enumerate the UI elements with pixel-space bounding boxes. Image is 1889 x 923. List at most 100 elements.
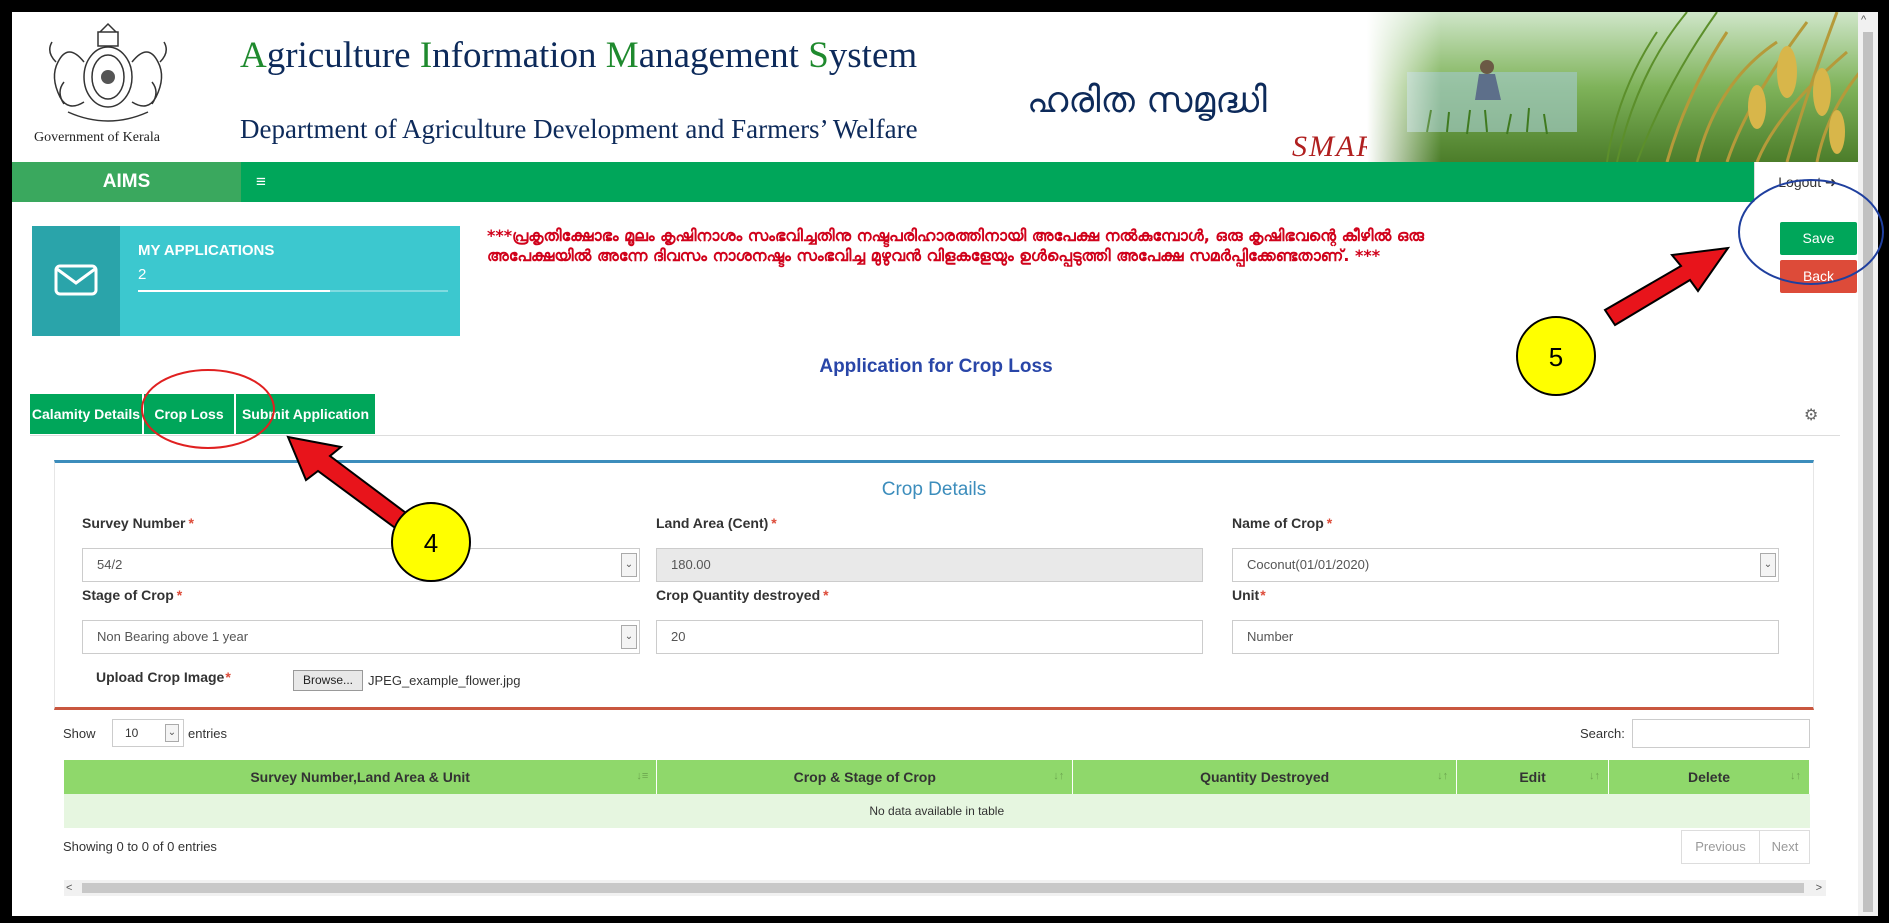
table-header-row: Survey Number,Land Area & Unit ↓≡ Crop & … xyxy=(64,760,1810,794)
column-header-crop[interactable]: Crop & Stage of Crop ↓↑ xyxy=(656,760,1074,794)
save-button[interactable]: Save xyxy=(1780,222,1857,255)
title-initial: M xyxy=(605,35,639,76)
table-info: Showing 0 to 0 of 0 entries xyxy=(63,839,217,854)
column-header-label: Edit xyxy=(1519,769,1546,785)
scroll-up-icon[interactable]: ^ xyxy=(1861,14,1866,26)
paddy-field-banner-image xyxy=(1367,12,1860,162)
title-initial: A xyxy=(240,35,267,76)
scrollbar-thumb[interactable] xyxy=(1863,32,1873,912)
tabs-divider xyxy=(30,435,1840,436)
entries-length-value: 10 xyxy=(125,726,139,740)
title-word: nformation xyxy=(432,35,606,76)
title-initial: S xyxy=(808,35,829,76)
tab-calamity-details[interactable]: Calamity Details xyxy=(30,394,144,434)
malayalam-notice: ***പ്രകൃതിക്ഷോഭം മൂലം കൃഷിനാശം സംഭവിച്ചത… xyxy=(487,226,1424,265)
empty-table-message: No data available in table xyxy=(64,794,1810,828)
required-marker: * xyxy=(225,669,231,685)
chevron-down-icon: ⌄ xyxy=(621,553,637,577)
gear-icon[interactable]: ⚙ xyxy=(1804,405,1818,425)
unit-field[interactable]: Number xyxy=(1232,620,1779,654)
app-title: Agriculture Information Management Syste… xyxy=(240,34,917,77)
required-marker: * xyxy=(1260,587,1266,603)
scroll-right-icon[interactable]: > xyxy=(1816,880,1822,896)
crop-loss-table: Survey Number,Land Area & Unit ↓≡ Crop & … xyxy=(64,760,1810,828)
upload-image-label: Upload Crop Image* xyxy=(96,669,231,685)
applications-label: MY APPLICATIONS xyxy=(138,242,275,259)
brand-link[interactable]: AIMS xyxy=(12,162,241,202)
vertical-scrollbar[interactable]: ^ xyxy=(1858,12,1878,916)
title-word: anagement xyxy=(638,35,809,76)
chevron-down-icon: ⌄ xyxy=(165,724,179,742)
column-header-delete[interactable]: Delete ↓↑ xyxy=(1608,760,1810,794)
envelope-icon xyxy=(54,264,98,296)
unit-label: Unit* xyxy=(1232,587,1266,603)
haritha-samrudhi-logo: ഹരിത സമൃദ്ധി xyxy=(1027,80,1267,121)
quantity-destroyed-label-text: Crop Quantity destroyed xyxy=(656,587,821,603)
kerala-emblem-icon xyxy=(49,22,167,122)
selected-file-name: JPEG_example_flower.jpg xyxy=(368,673,521,688)
search-input[interactable] xyxy=(1632,719,1810,748)
logout-button[interactable]: Logout ➜ xyxy=(1754,162,1860,202)
chevron-down-icon: ⌄ xyxy=(621,625,637,649)
title-initial: I xyxy=(419,35,433,76)
quantity-destroyed-label: Crop Quantity destroyed * xyxy=(656,587,829,603)
stage-of-crop-label-text: Stage of Crop xyxy=(82,587,174,603)
government-label: Government of Kerala xyxy=(34,130,160,145)
stage-of-crop-value: Non Bearing above 1 year xyxy=(97,629,249,644)
entries-length-select[interactable]: 10 ⌄ xyxy=(112,719,184,747)
applications-count: 2 xyxy=(138,266,147,283)
scrollbar-thumb[interactable] xyxy=(82,883,1804,893)
table-row: No data available in table xyxy=(64,794,1810,828)
sort-icon: ↓≡ xyxy=(636,770,649,782)
crop-name-label-text: Name of Crop xyxy=(1232,515,1324,531)
sort-icon: ↓↑ xyxy=(1790,770,1801,782)
upload-image-label-text: Upload Crop Image xyxy=(96,669,225,685)
my-applications-widget[interactable]: MY APPLICATIONS 2 xyxy=(32,226,460,336)
search-label: Search: xyxy=(1580,726,1625,741)
tab-crop-loss[interactable]: Crop Loss xyxy=(144,394,236,434)
required-marker: * xyxy=(771,515,777,531)
browse-button[interactable]: Browse... xyxy=(293,670,363,691)
app-frame: Government of Kerala Agriculture Informa… xyxy=(12,12,1860,916)
sort-icon: ↓↑ xyxy=(1589,770,1601,782)
required-marker: * xyxy=(823,587,829,603)
column-header-label: Quantity Destroyed xyxy=(1200,769,1330,785)
sort-icon: ↓↑ xyxy=(1437,770,1449,782)
entries-label: entries xyxy=(188,726,228,741)
horizontal-scrollbar[interactable]: < > xyxy=(64,880,1826,896)
back-button[interactable]: Back xyxy=(1780,260,1857,293)
crop-name-select[interactable]: Coconut(01/01/2020) ⌄ xyxy=(1232,548,1779,582)
survey-number-label: Survey Number * xyxy=(82,515,194,531)
required-marker: * xyxy=(1326,515,1333,531)
department-subtitle: Department of Agriculture Development an… xyxy=(240,114,918,144)
apps-icon-area xyxy=(32,226,120,336)
title-word: griculture xyxy=(266,35,420,76)
pagination: Previous Next xyxy=(1681,830,1810,864)
column-header-edit[interactable]: Edit ↓↑ xyxy=(1456,760,1610,794)
column-header-survey[interactable]: Survey Number,Land Area & Unit ↓≡ xyxy=(64,760,658,794)
show-label: Show xyxy=(63,726,96,741)
tab-submit-application[interactable]: Submit Application xyxy=(236,394,377,434)
page-title: Application for Crop Loss xyxy=(819,356,1053,377)
stage-of-crop-select[interactable]: Non Bearing above 1 year ⌄ xyxy=(82,620,640,654)
land-area-label: Land Area (Cent) * xyxy=(656,515,777,531)
previous-page-button[interactable]: Previous xyxy=(1682,831,1760,863)
column-header-quantity[interactable]: Quantity Destroyed ↓↑ xyxy=(1072,760,1458,794)
crop-name-label: Name of Crop * xyxy=(1232,515,1332,531)
scroll-left-icon[interactable]: < xyxy=(66,880,72,896)
quantity-destroyed-input[interactable]: 20 xyxy=(656,620,1203,654)
land-area-field: 180.00 xyxy=(656,548,1203,582)
required-marker: * xyxy=(176,587,183,603)
applications-progress-fill xyxy=(138,290,331,292)
column-header-label: Delete xyxy=(1688,769,1731,785)
land-area-label-text: Land Area (Cent) xyxy=(656,515,769,531)
applications-progress xyxy=(138,290,448,292)
required-marker: * xyxy=(188,515,194,531)
screen-edge xyxy=(1878,0,1889,923)
column-header-label: Survey Number,Land Area & Unit xyxy=(250,769,470,785)
survey-number-value: 54/2 xyxy=(97,557,123,572)
survey-number-select[interactable]: 54/2 ⌄ xyxy=(82,548,640,582)
stage-of-crop-label: Stage of Crop * xyxy=(82,587,182,603)
menu-toggle-icon[interactable]: ≡ xyxy=(256,162,266,202)
next-page-button[interactable]: Next xyxy=(1760,831,1810,863)
